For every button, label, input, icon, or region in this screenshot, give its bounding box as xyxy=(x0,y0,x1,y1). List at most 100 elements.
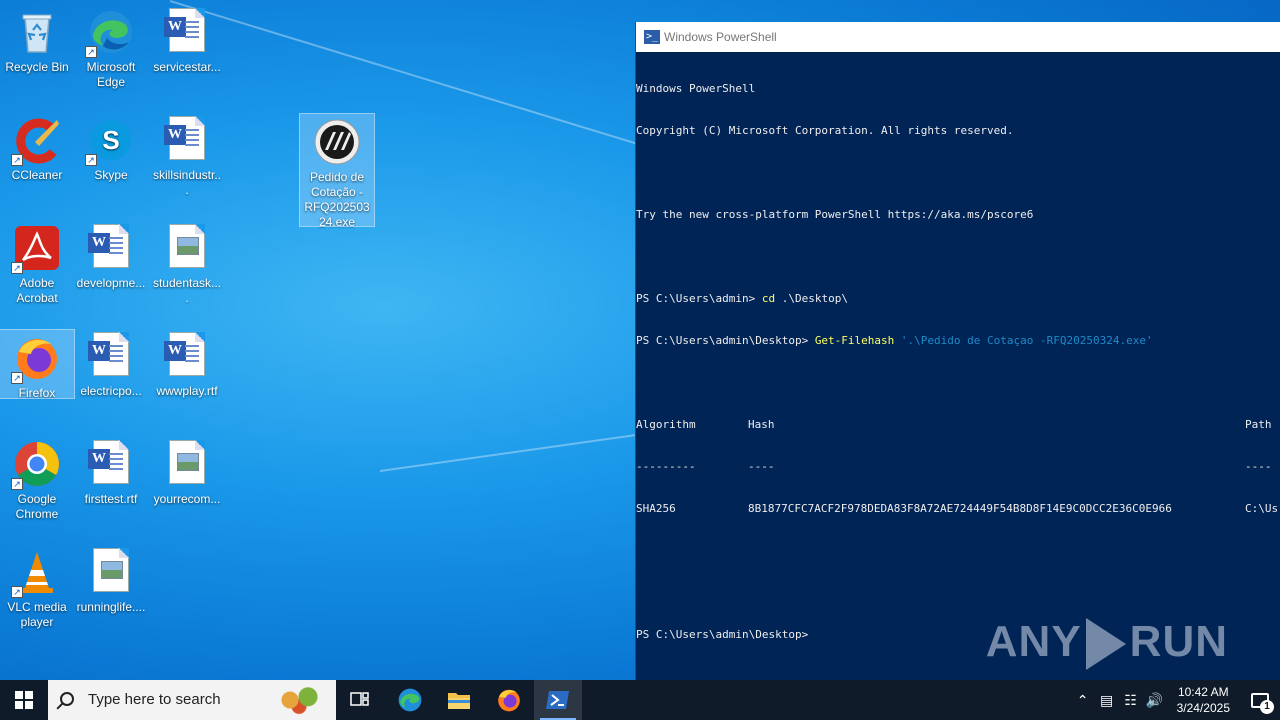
hash-table-header: Algorithm Hash Path xyxy=(636,418,1280,432)
hash-table-separator: --------- ---- ---- xyxy=(636,460,1272,473)
desktop-icon-yourrecom[interactable]: yourrecom... xyxy=(150,436,224,507)
taskbar-clock[interactable]: 10:42 AM 3/24/2025 xyxy=(1167,684,1240,716)
windows-logo-icon xyxy=(15,691,33,709)
desktop-icon-firefox[interactable]: ↗ Firefox xyxy=(0,329,75,400)
desktop-icon-google-chrome[interactable]: ↗ Google Chrome xyxy=(0,436,74,522)
console-command-line: PS C:\Users\admin\Desktop> Get-Filehash … xyxy=(636,334,1280,348)
clock-time: 10:42 AM xyxy=(1177,685,1229,699)
console-line: Copyright (C) Microsoft Corporation. All… xyxy=(636,124,1014,137)
desktop-icon-skillsindustr-doc[interactable]: W skillsindustr... xyxy=(150,112,224,198)
window-title: Windows PowerShell xyxy=(664,30,777,44)
command: Get-Filehash xyxy=(814,334,895,347)
network-icon[interactable]: ☷ xyxy=(1119,692,1143,709)
desktop-icon-adobe-acrobat[interactable]: ↗ Adobe Acrobat xyxy=(0,220,74,306)
desktop-icon-servicestar-doc[interactable]: W servicestar... xyxy=(150,4,224,75)
edge-icon: ↗ xyxy=(85,8,135,58)
word-doc-icon: W xyxy=(163,116,211,164)
firefox-icon: ↗ xyxy=(11,334,61,384)
desktop-icon-studentask[interactable]: studentask.... xyxy=(150,220,224,306)
image-file-icon xyxy=(87,548,135,596)
desktop-icon-label: Pedido de Cotação -RFQ20250324.exe xyxy=(304,170,370,229)
shortcut-arrow-icon: ↗ xyxy=(11,372,23,384)
desktop-icon-wwwplay-rtf[interactable]: W wwwplay.rtf xyxy=(150,328,224,399)
desktop-icon-electricpo-doc[interactable]: W electricpo... xyxy=(74,328,148,399)
desktop-icon-label: wwwplay.rtf xyxy=(156,384,218,398)
desktop-icon-skype[interactable]: S ↗ Skype xyxy=(74,112,148,183)
edge-icon xyxy=(398,688,422,712)
word-doc-icon: W xyxy=(87,224,135,272)
taskbar: Type here to search ⌃ ▤ ☷ 🔊 10:42 AM 3/2… xyxy=(0,680,1280,720)
prompt: PS C:\Users\admin> xyxy=(636,292,762,305)
prompt: PS C:\Users\admin\Desktop> xyxy=(636,334,815,347)
taskbar-search-box[interactable]: Type here to search xyxy=(48,680,336,720)
console-line: Windows PowerShell xyxy=(636,82,756,95)
powershell-window[interactable]: >_ Windows PowerShell Windows PowerShell… xyxy=(635,22,1280,692)
desktop-icon-firsttest-rtf[interactable]: W firsttest.rtf xyxy=(74,436,148,507)
vlc-icon: ↗ xyxy=(11,548,61,598)
start-button[interactable] xyxy=(0,680,48,720)
exe-icon xyxy=(313,118,361,166)
console-command-line: PS C:\Users\admin> cd .\Desktop\ xyxy=(636,292,1280,306)
recycle-bin-icon xyxy=(13,8,61,56)
skype-icon: S ↗ xyxy=(85,116,135,166)
powershell-icon: >_ xyxy=(644,30,660,44)
taskbar-firefox[interactable] xyxy=(485,680,533,720)
search-placeholder: Type here to search xyxy=(88,691,221,708)
action-center-button[interactable]: 1 xyxy=(1240,680,1280,720)
taskbar-powershell[interactable] xyxy=(534,680,582,720)
svg-text:S: S xyxy=(102,125,119,155)
header-algorithm: Algorithm xyxy=(636,418,696,431)
word-doc-icon: W xyxy=(87,332,135,380)
desktop-icon-recycle-bin[interactable]: Recycle Bin xyxy=(0,4,74,75)
word-doc-icon: W xyxy=(87,440,135,488)
desktop-icon-label: Skype xyxy=(94,168,128,182)
desktop-icon-microsoft-edge[interactable]: ↗ Microsoft Edge xyxy=(74,4,148,90)
cell-path: C:\Us xyxy=(1245,502,1279,515)
desktop-icon-label: VLC media player xyxy=(7,600,67,629)
image-file-icon xyxy=(163,440,211,488)
acrobat-icon: ↗ xyxy=(11,224,61,274)
desktop-icon-label: studentask.... xyxy=(152,276,222,305)
shortcut-arrow-icon: ↗ xyxy=(11,154,23,166)
shortcut-arrow-icon: ↗ xyxy=(11,586,23,598)
powershell-console[interactable]: Windows PowerShell Copyright (C) Microso… xyxy=(636,52,1280,670)
command-argument: .\Desktop\ xyxy=(775,292,848,305)
desktop-icon-label: Microsoft Edge xyxy=(86,60,136,89)
search-icon xyxy=(60,692,74,706)
desktop-icon-label: Firefox xyxy=(18,386,56,400)
desktop-icon-vlc[interactable]: ↗ VLC media player xyxy=(0,544,74,630)
desktop-icon-ccleaner[interactable]: ↗ CCleaner xyxy=(0,112,74,183)
task-view-button[interactable] xyxy=(336,680,384,720)
cell-algorithm: SHA256 xyxy=(636,502,676,515)
shortcut-arrow-icon: ↗ xyxy=(11,478,23,490)
command-argument: '.\Pedido de Cotaçao -RFQ20250324.exe' xyxy=(894,334,1153,347)
task-view-icon xyxy=(350,692,369,706)
file-explorer-icon xyxy=(448,693,470,709)
meet-now-icon[interactable]: ▤ xyxy=(1095,692,1119,709)
volume-icon[interactable]: 🔊 xyxy=(1143,692,1167,709)
desktop-icon-label: Adobe Acrobat xyxy=(16,276,58,305)
desktop-icon-development-doc[interactable]: W developme... xyxy=(74,220,148,291)
console-line: Try the new cross-platform PowerShell ht… xyxy=(636,208,1034,221)
cell-hash: 8B1877CFC7ACF2F978DEDA83F8A72AE724449F54… xyxy=(748,502,1172,515)
desktop-icon-label: developme... xyxy=(76,276,146,290)
powershell-titlebar[interactable]: >_ Windows PowerShell xyxy=(636,22,1280,52)
clock-date: 3/24/2025 xyxy=(1176,701,1230,715)
desktop-icon-runninglife[interactable]: runninglife.... xyxy=(74,544,148,615)
chevron-up-icon[interactable]: ⌃ xyxy=(1071,692,1095,709)
taskbar-edge[interactable] xyxy=(386,680,434,720)
taskbar-file-explorer[interactable] xyxy=(435,680,483,720)
desktop-icon-pedido-exe[interactable]: Pedido de Cotação -RFQ20250324.exe xyxy=(299,113,375,229)
image-file-icon xyxy=(163,224,211,272)
desktop-icon-label: runninglife.... xyxy=(76,600,146,614)
hash-table-row: SHA256 8B1877CFC7ACF2F978DEDA83F8A72AE72… xyxy=(636,502,1280,516)
desktop-icon-label: electricpo... xyxy=(80,384,142,398)
desktop-icon-label: skillsindustr... xyxy=(152,168,222,197)
desktop-icon-label: firsttest.rtf xyxy=(84,492,138,506)
desktop-icon-label: Google Chrome xyxy=(15,492,59,521)
system-tray: ⌃ ▤ ☷ 🔊 10:42 AM 3/24/2025 1 xyxy=(1071,680,1280,720)
header-path: Path xyxy=(1245,418,1272,431)
header-hash: Hash xyxy=(748,418,775,431)
desktop-icon-label: servicestar... xyxy=(153,60,221,74)
shortcut-arrow-icon: ↗ xyxy=(85,46,97,58)
